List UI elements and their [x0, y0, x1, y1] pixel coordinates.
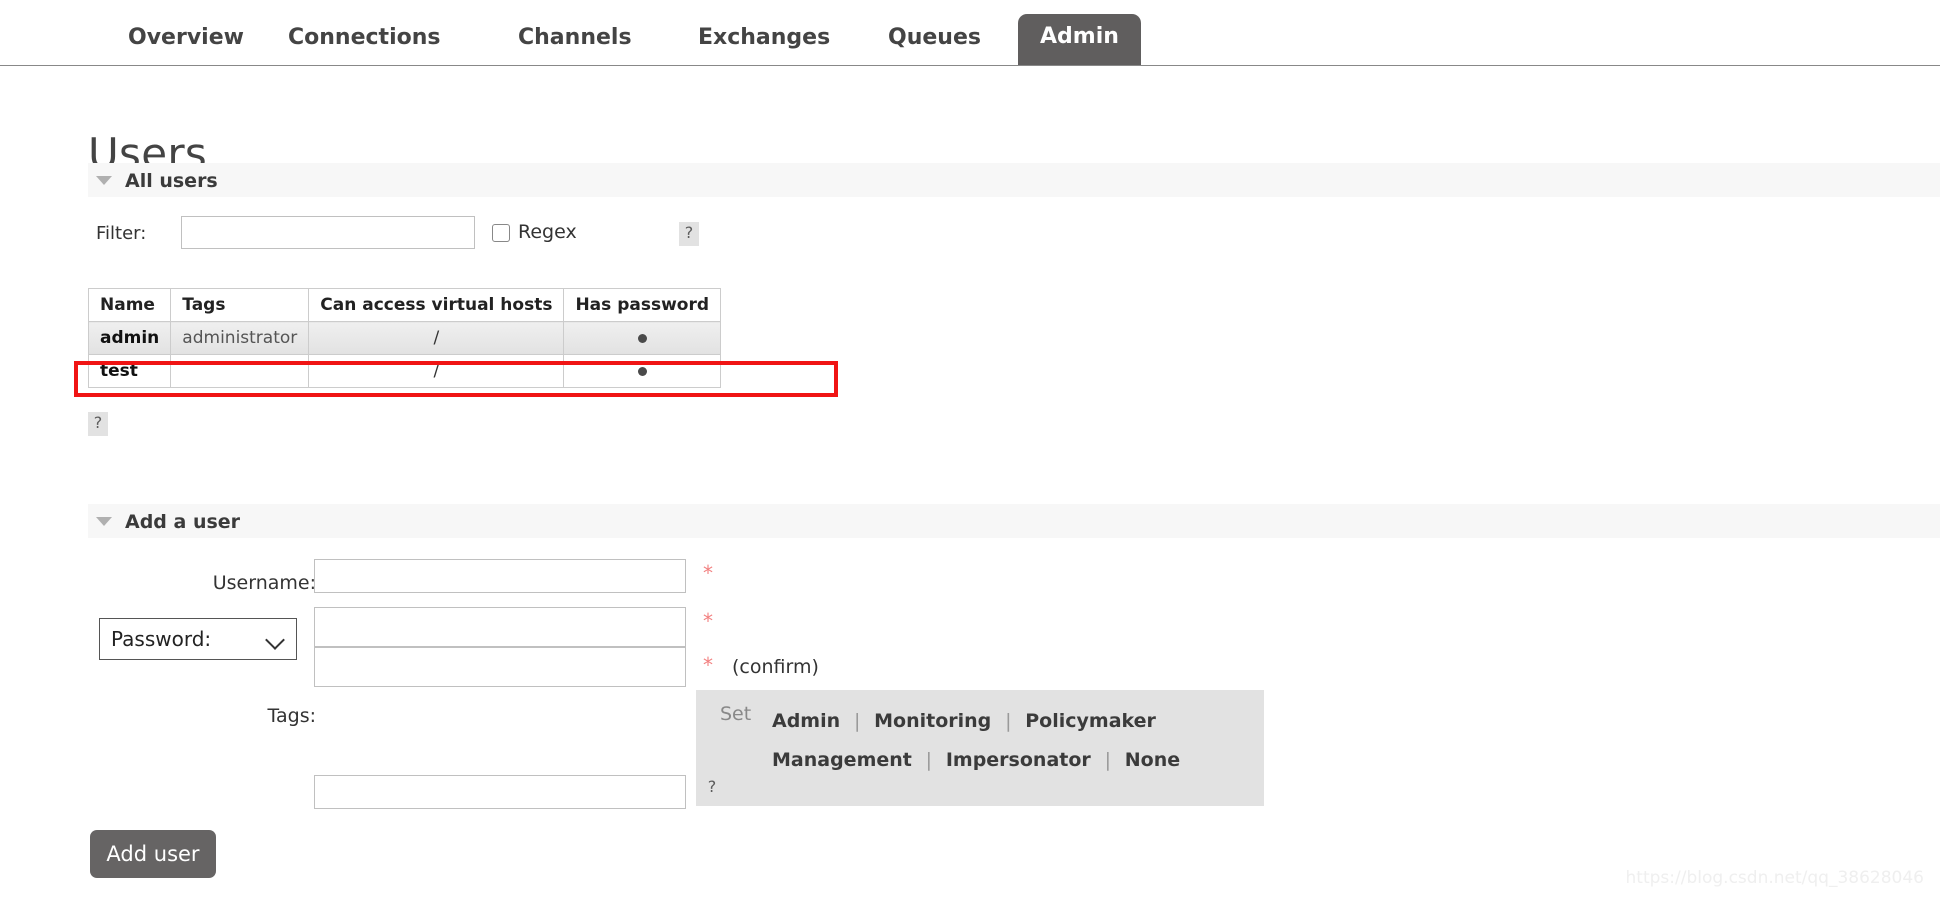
tags-input[interactable] [314, 775, 686, 809]
table-row[interactable]: admin administrator / [87, 321, 722, 355]
filter-label: Filter: [96, 223, 147, 244]
tag-preset-none[interactable]: None [1125, 749, 1180, 771]
filter-input[interactable] [181, 216, 475, 249]
column-header-name[interactable]: Name [87, 288, 172, 322]
section-header-add-user[interactable]: Add a user [88, 504, 1940, 538]
watermark: https://blog.csdn.net/qq_38628046 [1625, 868, 1924, 888]
add-user-button[interactable]: Add user [90, 830, 216, 878]
password-confirm-label: (confirm) [732, 656, 819, 678]
nav-tab-exchanges[interactable]: Exchanges [680, 17, 848, 64]
cell-user-has-password [563, 321, 722, 355]
tag-presets-set-label: Set [720, 703, 752, 725]
collapse-triangle-icon[interactable] [96, 176, 112, 185]
main-navigation: Overview Connections Channels Exchanges … [0, 0, 1940, 66]
collapse-triangle-icon[interactable] [96, 517, 112, 526]
column-header-vhosts[interactable]: Can access virtual hosts [308, 288, 565, 322]
tag-separator: | [853, 710, 861, 732]
table-header-row: Name Tags Can access virtual hosts Has p… [87, 288, 722, 322]
tags-help-icon[interactable]: ? [702, 776, 722, 800]
table-row[interactable]: test / [87, 354, 722, 388]
tag-separator: | [1005, 710, 1012, 732]
users-table-help-icon[interactable]: ? [88, 412, 108, 436]
tag-presets-row-1: Admin | Monitoring | Policymaker [772, 702, 1252, 741]
chevron-down-icon [265, 630, 285, 650]
nav-tab-admin[interactable]: Admin [1018, 14, 1141, 65]
section-header-all-users[interactable]: All users [88, 163, 1940, 197]
tag-preset-admin[interactable]: Admin [772, 710, 840, 732]
username-input[interactable] [314, 559, 686, 593]
nav-tab-overview[interactable]: Overview [110, 17, 262, 64]
password-confirm-input[interactable] [314, 647, 686, 687]
column-header-tags[interactable]: Tags [170, 288, 310, 322]
users-table: Name Tags Can access virtual hosts Has p… [87, 288, 722, 388]
tag-preset-policymaker[interactable]: Policymaker [1025, 710, 1156, 732]
nav-tab-channels[interactable]: Channels [500, 17, 650, 64]
cell-user-vhosts: / [308, 354, 565, 388]
tag-preset-impersonator[interactable]: Impersonator [946, 749, 1091, 771]
cell-user-name[interactable]: admin [87, 321, 172, 355]
tag-preset-monitoring[interactable]: Monitoring [874, 710, 991, 732]
column-header-has-password[interactable]: Has password [563, 288, 722, 322]
tags-label: Tags: [267, 705, 316, 727]
tag-separator: | [1104, 749, 1111, 771]
cell-user-tags [170, 354, 310, 388]
tag-presets-rows: Admin | Monitoring | Policymaker Managem… [772, 702, 1252, 780]
cell-user-vhosts: / [308, 321, 565, 355]
password-type-select-value: Password: [111, 627, 212, 651]
nav-tab-connections[interactable]: Connections [270, 17, 458, 64]
nav-tab-strip: Overview Connections Channels Exchanges … [0, 0, 1940, 66]
cell-user-name[interactable]: test [87, 354, 172, 388]
password-input[interactable] [314, 607, 686, 647]
username-label: Username: [212, 572, 316, 594]
required-asterisk-username: * [703, 561, 713, 585]
tag-presets-row-2: Management | Impersonator | None [772, 741, 1252, 780]
regex-help-icon[interactable]: ? [679, 222, 699, 246]
section-label-all-users: All users [125, 170, 218, 192]
required-asterisk-password: * [703, 609, 713, 633]
password-type-select[interactable]: Password: [99, 618, 297, 660]
has-password-dot-icon [637, 333, 647, 343]
tag-presets-panel: Set Admin | Monitoring | Policymaker Man… [696, 690, 1264, 806]
tag-separator: | [925, 749, 933, 771]
regex-checkbox[interactable] [492, 224, 510, 242]
tag-preset-management[interactable]: Management [772, 749, 912, 771]
required-asterisk-confirm: * [703, 653, 713, 677]
section-label-add-user: Add a user [125, 511, 241, 533]
cell-user-has-password [563, 354, 722, 388]
nav-tab-queues[interactable]: Queues [870, 17, 999, 64]
regex-label[interactable]: Regex [518, 221, 577, 243]
has-password-dot-icon [637, 366, 647, 376]
cell-user-tags: administrator [170, 321, 310, 355]
